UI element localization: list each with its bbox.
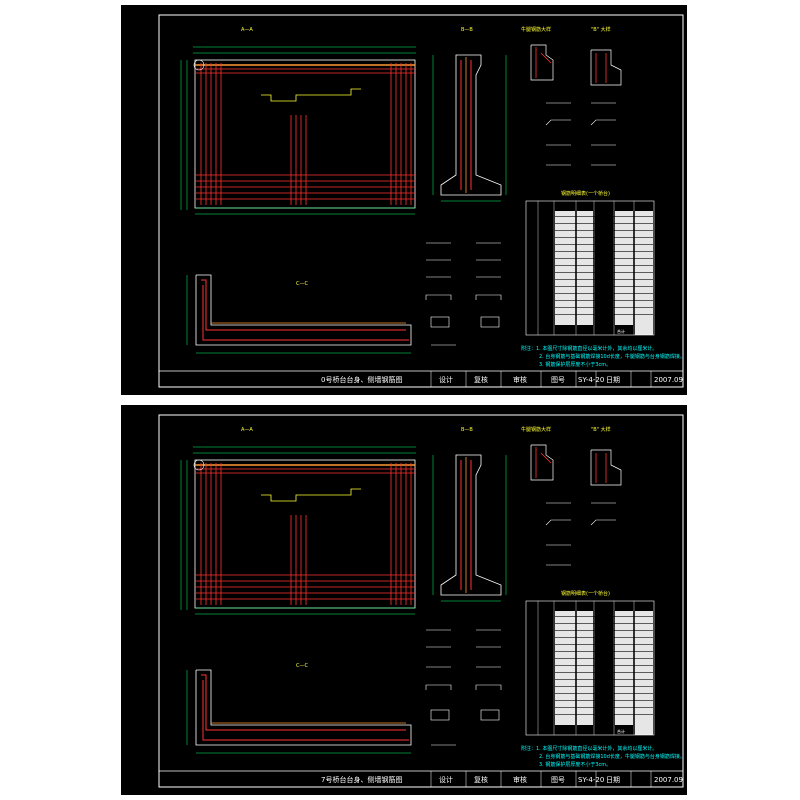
- elevation-view: A—A: [180, 427, 416, 615]
- rebar-table-title: 钢筋明细表(一个桥台): [561, 590, 610, 597]
- title-block: 7号桥台台身、侧墙钢筋图 设计 复核 审核 图号 SY-4-20 日期 2007…: [159, 770, 683, 787]
- design-label: 设计: [439, 375, 453, 384]
- detail-a-title: 牛腿钢筋大样: [521, 426, 551, 433]
- section-b-view: B—B: [432, 427, 507, 602]
- section-c-title: C—C: [296, 663, 308, 669]
- detail-a-view: 牛腿钢筋大样: [521, 26, 554, 81]
- date-label: 日期: [606, 376, 620, 384]
- detail-a-view: 牛腿钢筋大样: [521, 426, 554, 481]
- review-label: 复核: [474, 375, 488, 384]
- drawing-sheet-0: A—A B—B 牛腿钢筋大样 "B" 大样 C—C 钢筋明细表(一个桥台) 合计…: [120, 4, 688, 396]
- title-block: 0号桥台台身、侧墙钢筋图 设计 复核 审核 图号 SY-4-20 日期 2007…: [159, 370, 683, 387]
- section-c-title: C—C: [296, 281, 308, 287]
- date-label: 日期: [606, 776, 620, 784]
- detail-b-view: "B" 大样: [590, 26, 622, 86]
- figure-no: SY-4-20: [578, 776, 604, 784]
- elevation-title: A—A: [241, 27, 253, 33]
- section-b-title: B—B: [461, 27, 473, 33]
- rebar-shapes-middle: [425, 629, 502, 746]
- sheet-drawing: A—A B—B 牛腿钢筋大样 "B" 大样 C—C 钢筋明细表(一个桥台) 合计…: [158, 414, 685, 788]
- design-label: 设计: [439, 775, 453, 784]
- sheet-drawing: A—A B—B 牛腿钢筋大样 "B" 大样 C—C 钢筋明细表(一个桥台) 合计…: [158, 14, 685, 388]
- drawing-sheet-7: A—A B—B 牛腿钢筋大样 "B" 大样 C—C 钢筋明细表(一个桥台) 合计…: [120, 404, 688, 796]
- note-2: 2. 台身钢筋与基础钢筋焊接10d长度，牛腿钢筋与台身钢筋焊接。: [539, 353, 685, 360]
- rebar-table-title: 钢筋明细表(一个桥台): [561, 190, 610, 197]
- rebar-shapes-right: [545, 502, 616, 566]
- note-1: 附注：1. 本图尺寸除钢筋直径以毫米计外，其余均以厘米计。: [521, 745, 657, 752]
- date-value: 2007.09: [654, 776, 683, 784]
- detail-b-title: "B" 大样: [591, 426, 611, 433]
- section-c-view: C—C: [186, 274, 412, 354]
- figure-no: SY-4-20: [578, 376, 604, 384]
- section-b-view: B—B: [432, 27, 507, 202]
- note-3: 3. 钢筋保护层厚度不小于3cm。: [539, 761, 611, 768]
- approve-label: 审核: [513, 775, 527, 784]
- detail-a-title: 牛腿钢筋大样: [521, 26, 551, 33]
- detail-b-title: "B" 大样: [591, 26, 611, 33]
- rebar-table-total-label: 合计: [617, 328, 625, 334]
- rebar-shapes-right: [545, 102, 616, 166]
- section-b-title: B—B: [461, 427, 473, 433]
- detail-b-view: "B" 大样: [590, 426, 622, 486]
- rebar-table-total-label: 合计: [617, 728, 625, 734]
- note-2: 2. 台身钢筋与基础钢筋焊接10d长度，牛腿钢筋与台身钢筋焊接。: [539, 753, 685, 760]
- rebar-table: 钢筋明细表(一个桥台) 合计: [525, 190, 655, 336]
- note-3: 3. 钢筋保护层厚度不小于3cm。: [539, 361, 611, 368]
- drawing-title: 7号桥台台身、侧墙钢筋图: [321, 775, 402, 784]
- section-c-view: C—C: [186, 663, 412, 754]
- drawing-title: 0号桥台台身、侧墙钢筋图: [321, 375, 402, 384]
- rebar-shapes-middle: [425, 242, 502, 346]
- elevation-title: A—A: [241, 427, 253, 433]
- note-1: 附注：1. 本图尺寸除钢筋直径以毫米计外，其余均以厘米计。: [521, 345, 657, 352]
- rebar-table: 钢筋明细表(一个桥台) 合计: [525, 590, 655, 736]
- notes-block: 附注：1. 本图尺寸除钢筋直径以毫米计外，其余均以厘米计。 2. 台身钢筋与基础…: [521, 345, 685, 368]
- elevation-view: A—A: [180, 27, 416, 215]
- review-label: 复核: [474, 775, 488, 784]
- approve-label: 审核: [513, 375, 527, 384]
- figure-no-label: 图号: [551, 776, 565, 784]
- date-value: 2007.09: [654, 376, 683, 384]
- figure-no-label: 图号: [551, 376, 565, 384]
- notes-block: 附注：1. 本图尺寸除钢筋直径以毫米计外，其余均以厘米计。 2. 台身钢筋与基础…: [521, 745, 685, 768]
